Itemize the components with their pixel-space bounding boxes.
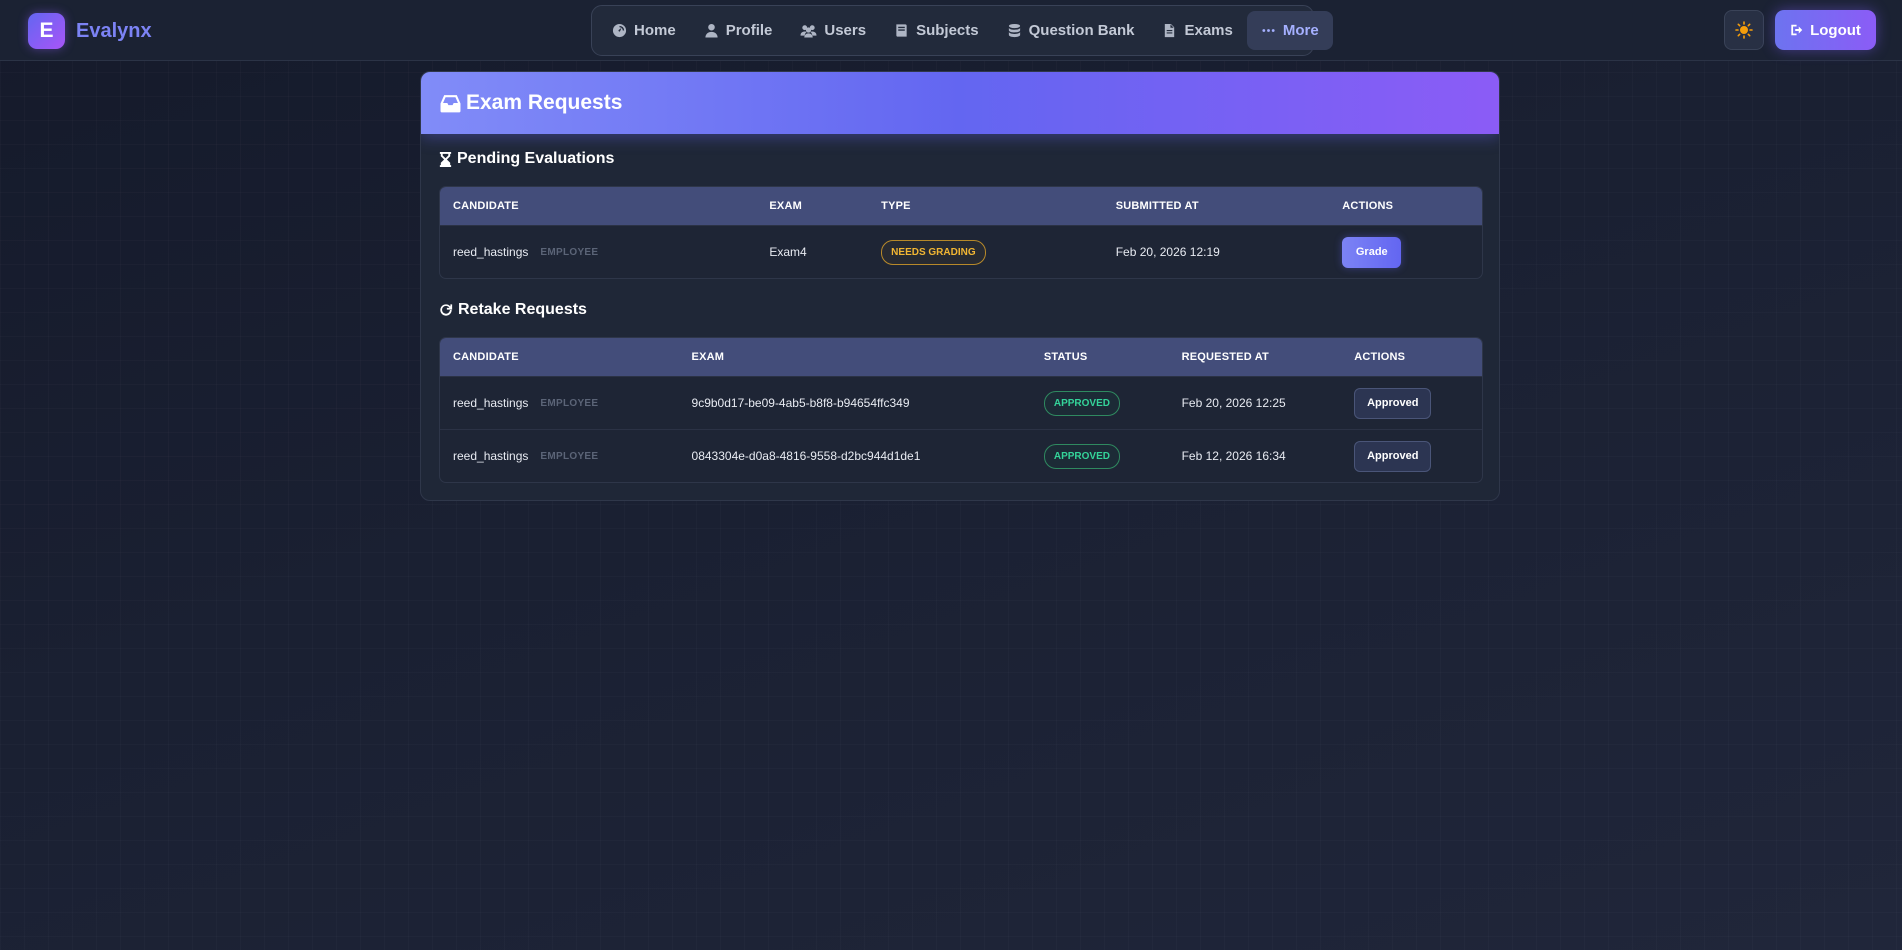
ellipsis-icon bbox=[1262, 29, 1275, 32]
role-label: EMPLOYEE bbox=[540, 246, 599, 258]
page-title: Exam Requests bbox=[466, 91, 623, 114]
users-icon bbox=[800, 25, 817, 38]
logout-icon bbox=[1791, 24, 1803, 36]
column-header-actions: ACTIONS bbox=[1354, 351, 1406, 363]
nav-label-subjects: Subjects bbox=[916, 22, 979, 39]
pending-section-title: Pending Evaluations bbox=[439, 150, 614, 168]
candidate-name: reed_hastings bbox=[453, 245, 529, 259]
column-header-type: TYPE bbox=[881, 200, 911, 212]
top-bar: E Evalynx Home Profile Users Subjects Qu… bbox=[0, 0, 1902, 61]
exam-cell: 0843304e-d0a8-4816-9558-d2bc944d1de1 bbox=[691, 449, 921, 463]
candidate-cell: reed_hastings EMPLOYEE bbox=[440, 449, 679, 463]
book-icon bbox=[896, 24, 907, 37]
actions-cell: Approved bbox=[1341, 440, 1482, 472]
status-cell: APPROVED bbox=[1031, 443, 1169, 469]
column-header-exam: EXAM bbox=[769, 200, 802, 212]
retake-section-title: Retake Requests bbox=[439, 301, 587, 319]
logout-button[interactable]: Logout bbox=[1775, 10, 1876, 50]
column-header-status: STATUS bbox=[1043, 351, 1088, 363]
nav-label-home: Home bbox=[634, 22, 676, 39]
table-row: reed_hastings EMPLOYEE 0843304e-d0a8-481… bbox=[440, 429, 1482, 482]
candidate-cell: reed_hastings EMPLOYEE bbox=[440, 396, 679, 410]
nav-label-more: More bbox=[1282, 22, 1319, 39]
column-header-requested-at: REQUESTED AT bbox=[1181, 351, 1269, 363]
sun-icon bbox=[1735, 21, 1753, 39]
file-icon bbox=[1165, 23, 1175, 38]
type-cell: NEEDS GRADING bbox=[868, 239, 1103, 265]
candidate-name: reed_hastings bbox=[453, 396, 529, 410]
card-header: Exam Requests bbox=[421, 72, 1499, 134]
nav-label-profile: Profile bbox=[725, 22, 773, 39]
rotate-icon bbox=[440, 304, 453, 316]
status-cell: APPROVED bbox=[1031, 390, 1169, 416]
theme-toggle-button[interactable] bbox=[1724, 10, 1764, 50]
grade-button[interactable]: Grade bbox=[1342, 236, 1402, 268]
status-badge: NEEDS GRADING bbox=[881, 239, 986, 265]
database-icon bbox=[1008, 23, 1020, 38]
column-header-candidate: CANDIDATE bbox=[453, 351, 519, 363]
candidate-cell: reed_hastings EMPLOYEE bbox=[440, 245, 756, 259]
nav-item-exams[interactable]: Exams bbox=[1148, 11, 1246, 50]
table-row: reed_hastings EMPLOYEE Exam4 NEEDS GRADI… bbox=[440, 225, 1482, 278]
app-name: Evalynx bbox=[76, 19, 152, 42]
gauge-icon bbox=[612, 23, 627, 38]
approved-button[interactable]: Approved bbox=[1354, 440, 1432, 472]
hourglass-icon bbox=[439, 151, 452, 167]
exam-cell: 9c9b0d17-be09-4ab5-b8f8-b94654ffc349 bbox=[691, 396, 910, 410]
table-header: CANDIDATE EXAM TYPE SUBMITTED AT ACTIONS bbox=[440, 187, 1482, 225]
app-logo: E bbox=[28, 13, 65, 49]
column-header-submitted-at: SUBMITTED AT bbox=[1115, 200, 1199, 212]
actions-cell: Approved bbox=[1341, 387, 1482, 419]
approved-button[interactable]: Approved bbox=[1354, 387, 1432, 419]
column-header-candidate: CANDIDATE bbox=[453, 200, 519, 212]
nav-label-exams: Exams bbox=[1184, 22, 1233, 39]
logout-label: Logout bbox=[1810, 21, 1861, 39]
nav-item-subjects[interactable]: Subjects bbox=[880, 11, 993, 50]
candidate-name: reed_hastings bbox=[453, 449, 529, 463]
nav-label-users: Users bbox=[824, 22, 867, 39]
pending-table: CANDIDATE EXAM TYPE SUBMITTED AT ACTIONS… bbox=[439, 186, 1483, 279]
requested-at-cell: Feb 20, 2026 12:25 bbox=[1181, 396, 1286, 410]
retake-table: CANDIDATE EXAM STATUS REQUESTED AT ACTIO… bbox=[439, 337, 1483, 483]
table-row: reed_hastings EMPLOYEE 9c9b0d17-be09-4ab… bbox=[440, 376, 1482, 429]
status-badge: APPROVED bbox=[1043, 443, 1120, 469]
pending-title-text: Pending Evaluations bbox=[457, 150, 615, 167]
role-label: EMPLOYEE bbox=[540, 450, 599, 462]
nav-item-home[interactable]: Home bbox=[598, 11, 690, 50]
inbox-icon bbox=[440, 94, 461, 112]
submitted-at-cell: Feb 20, 2026 12:19 bbox=[1115, 245, 1220, 259]
exam-requests-card: Exam Requests Pending Evaluations CANDID… bbox=[420, 71, 1500, 501]
role-label: EMPLOYEE bbox=[540, 397, 599, 409]
nav-item-more[interactable]: More bbox=[1246, 11, 1333, 50]
actions-cell: Grade bbox=[1329, 236, 1482, 268]
column-header-actions: ACTIONS bbox=[1342, 200, 1394, 212]
main-nav: Home Profile Users Subjects Question Ban… bbox=[591, 5, 1333, 56]
user-icon bbox=[705, 23, 718, 38]
nav-label-question-bank: Question Bank bbox=[1028, 22, 1135, 39]
table-header: CANDIDATE EXAM STATUS REQUESTED AT ACTIO… bbox=[440, 338, 1482, 376]
nav-item-question-bank[interactable]: Question Bank bbox=[993, 11, 1149, 50]
column-header-exam: EXAM bbox=[691, 351, 725, 363]
requested-at-cell: Feb 12, 2026 16:34 bbox=[1181, 449, 1286, 463]
nav-item-profile[interactable]: Profile bbox=[690, 11, 787, 50]
brand[interactable]: E Evalynx bbox=[28, 13, 152, 49]
status-badge: APPROVED bbox=[1043, 390, 1120, 416]
nav-item-users[interactable]: Users bbox=[786, 11, 880, 50]
retake-title-text: Retake Requests bbox=[458, 301, 587, 318]
exam-cell: Exam4 bbox=[769, 245, 807, 259]
